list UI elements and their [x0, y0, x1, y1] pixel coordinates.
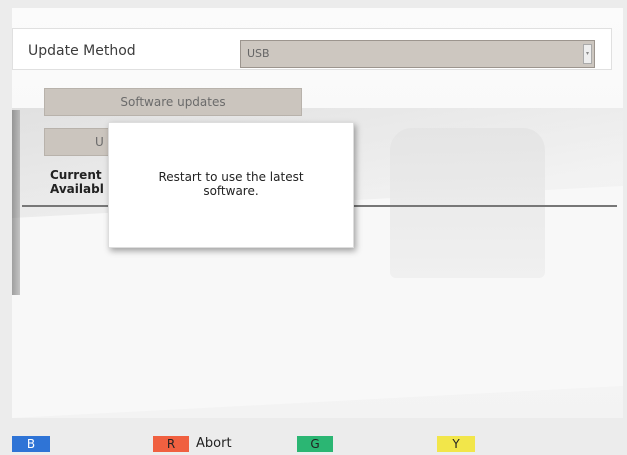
dialog-message-line1: Restart to use the latest	[158, 170, 304, 184]
available-version-label: Availabl	[50, 182, 104, 196]
current-version-label: Current	[50, 168, 102, 182]
background-edge-shadow	[12, 110, 20, 295]
dialog-message: Restart to use the latest software.	[119, 170, 343, 198]
chevron-down-icon[interactable]: ▾	[583, 44, 592, 64]
software-updates-button[interactable]: Software updates	[44, 88, 302, 116]
blue-key-button[interactable]: B	[12, 436, 50, 452]
update-method-value: USB	[247, 47, 270, 60]
update-method-select[interactable]: USB ▾	[240, 40, 595, 68]
yellow-key-button[interactable]: Y	[437, 436, 475, 452]
update-method-label: Update Method	[28, 43, 136, 59]
dialog-message-line2: software.	[203, 184, 259, 198]
restart-dialog: Restart to use the latest software.	[108, 122, 354, 248]
background-chair-image	[390, 128, 545, 278]
abort-label: Abort	[196, 436, 232, 451]
green-key-button[interactable]: G	[297, 436, 333, 452]
red-key-button[interactable]: R	[153, 436, 189, 452]
